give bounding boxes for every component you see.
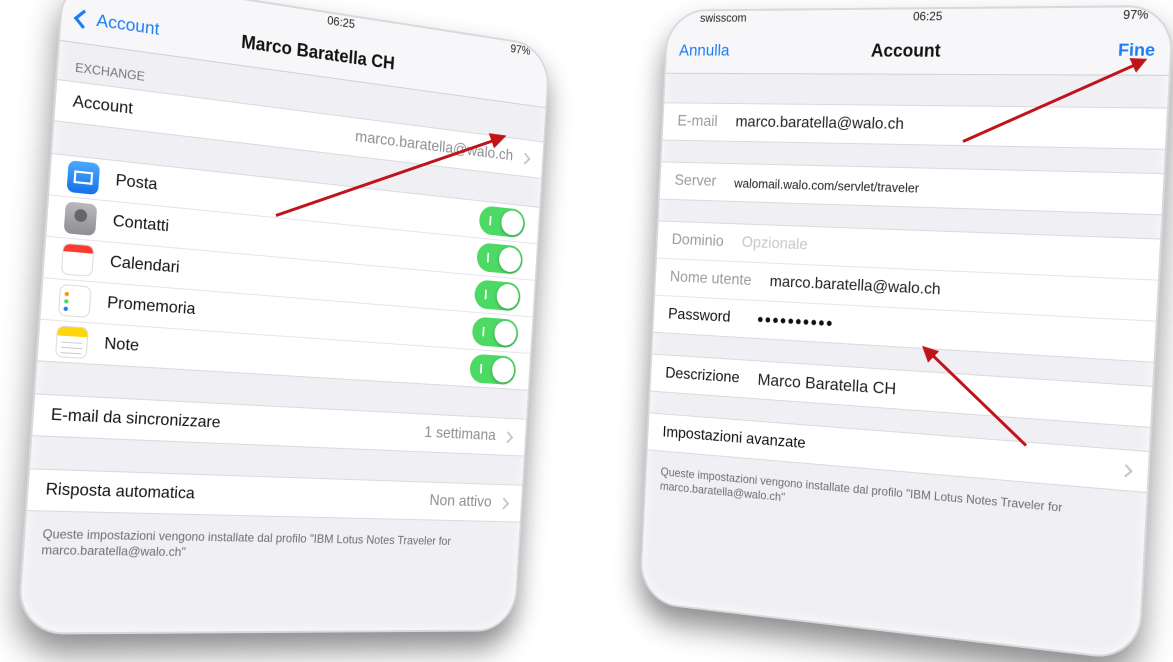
password-label: Password (668, 306, 731, 327)
server-label: Server (674, 172, 717, 190)
service-label: Posta (115, 172, 158, 195)
profile-footer-note: Queste impostazioni vengono installate d… (23, 511, 520, 577)
reminders-toggle[interactable] (471, 316, 518, 348)
phone-screen-account-settings: swisscom 06:25 97% Account Marco Baratel… (16, 0, 551, 635)
service-label: Calendari (109, 253, 180, 278)
phone-screen-account-edit: swisscom 06:25 97% Annulla Account Fine … (639, 5, 1173, 662)
carrier-label: swisscom (700, 11, 747, 25)
battery-label: 97% (1123, 7, 1149, 22)
contacts-toggle[interactable] (476, 242, 523, 275)
clock: 06:25 (327, 13, 355, 31)
domain-label: Dominio (671, 232, 724, 251)
service-label: Promemoria (106, 294, 195, 319)
chevron-left-icon (74, 9, 93, 28)
back-button-label: Account (96, 10, 160, 40)
username-label: Nome utente (670, 269, 752, 290)
sync-period-label: E-mail da sincronizzare (50, 406, 221, 433)
reminders-icon (58, 284, 92, 318)
nav-bar: Annulla Account Fine (666, 26, 1172, 76)
back-button[interactable]: Account (76, 7, 160, 40)
clock: 06:25 (913, 9, 943, 23)
mail-toggle[interactable] (478, 205, 525, 238)
service-label: Note (104, 335, 140, 356)
mail-icon (67, 160, 101, 195)
calendar-toggle[interactable] (474, 279, 521, 311)
password-field[interactable]: •••••••••• (730, 308, 835, 334)
page-title: Marco Baratella CH (241, 31, 396, 74)
chevron-right-icon (498, 497, 509, 509)
auto-reply-label: Risposta automatica (45, 481, 195, 504)
battery-label: 97% (510, 42, 531, 58)
chevron-right-icon (503, 431, 514, 443)
description-label: Descrizione (665, 365, 740, 387)
advanced-settings-label: Impostazioni avanzate (662, 424, 806, 453)
server-field[interactable]: walomail.walo.com/servlet/traveler (716, 175, 1146, 202)
account-row-label: Account (72, 93, 133, 119)
notes-toggle[interactable] (469, 354, 516, 385)
email-label: E-mail (677, 113, 718, 131)
service-label: Contatti (112, 212, 169, 236)
domain-field[interactable]: Opzionale (723, 233, 1142, 268)
notes-icon (55, 325, 89, 359)
chevron-right-icon (520, 152, 531, 164)
sync-period-value: 1 settimana (220, 414, 496, 445)
email-field[interactable]: marco.baratella@walo.ch (717, 114, 1149, 138)
auto-reply-value: Non attivo (194, 485, 492, 511)
chevron-right-icon (1119, 464, 1132, 477)
cancel-button[interactable]: Annulla (679, 41, 730, 60)
contacts-icon (64, 201, 98, 236)
page-title: Account (871, 40, 942, 61)
calendar-icon (61, 243, 95, 277)
